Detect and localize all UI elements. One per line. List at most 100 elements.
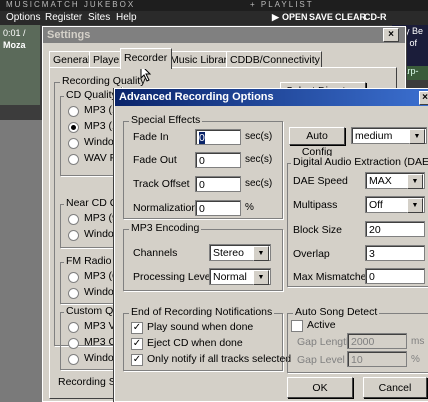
channels-label: Channels: [133, 247, 178, 259]
advanced-title: Advanced Recording Options: [119, 91, 274, 103]
brand-label: MUSICMATCH JUKEBOX: [6, 0, 136, 9]
fm-opt-2-radio[interactable]: [68, 288, 79, 299]
menu-help[interactable]: Help: [116, 12, 137, 23]
settings-titlebar: Settings ×: [43, 27, 405, 43]
track-display: 0:01 / Moza: [0, 25, 40, 105]
only-notify-label: Only notify if all tracks selected: [147, 353, 292, 365]
auto-config-select[interactable]: medium ▼: [351, 127, 427, 144]
play-sound-checkbox[interactable]: ✓: [131, 322, 143, 334]
fade-in-label: Fade In: [133, 131, 169, 143]
auto-config-button[interactable]: Auto Config: [289, 127, 345, 158]
save-playlist-button[interactable]: SAVE: [309, 12, 333, 22]
chevron-down-icon[interactable]: ▼: [407, 174, 423, 189]
block-size-label: Block Size: [293, 224, 343, 236]
normalization-label: Normalization: [133, 202, 198, 214]
chevron-down-icon[interactable]: ▼: [407, 198, 423, 213]
channels-select[interactable]: Stereo ▼: [209, 244, 271, 261]
chevron-down-icon[interactable]: ▼: [253, 270, 269, 285]
fade-out-input[interactable]: 0: [195, 152, 241, 168]
fade-out-label: Fade Out: [133, 154, 177, 166]
player-menubar: Options Register Sites Help ▶ OPEN SAVE …: [0, 11, 428, 25]
mp3-encoding-title: MP3 Encoding: [129, 222, 202, 234]
cd-opt-4-label: WAV F: [84, 152, 117, 164]
tab-recorder[interactable]: Recorder: [120, 48, 172, 69]
max-mismatches-label: Max Mismatches: [293, 271, 372, 283]
track-offset-label: Track Offset: [133, 178, 190, 190]
cd-opt-2-radio[interactable]: [68, 122, 79, 133]
cd-opt-2-label: MP3 (1: [84, 120, 118, 132]
tab-music-library[interactable]: Music Library: [166, 51, 232, 68]
dae-title: Digital Audio Extraction (DAE): [291, 156, 428, 168]
player-titlebar: MUSICMATCH JUKEBOX + PLAYLIST: [0, 0, 428, 11]
open-button[interactable]: OPEN: [282, 12, 308, 22]
auto-config-value: medium: [355, 130, 393, 142]
cd-opt-1-radio[interactable]: [68, 106, 79, 117]
special-effects-title: Special Effects: [129, 114, 203, 126]
end-notifications-title: End of Recording Notifications: [129, 306, 275, 318]
multipass-select[interactable]: Off ▼: [365, 196, 425, 213]
fade-in-value: 0: [199, 132, 205, 144]
settings-close-icon[interactable]: ×: [383, 28, 399, 42]
gap-length-unit: ms: [411, 336, 425, 347]
settings-title: Settings: [47, 29, 91, 41]
menu-options[interactable]: Options: [6, 12, 40, 23]
auto-song-detect-title: Auto Song Detect: [293, 306, 380, 318]
menu-sites[interactable]: Sites: [88, 12, 110, 23]
chevron-down-icon[interactable]: ▼: [253, 246, 269, 261]
cancel-label: Cancel: [378, 382, 412, 394]
eject-cd-label: Eject CD when done: [147, 337, 243, 349]
tab-cddb-connectivity[interactable]: CDDB/Connectivity: [226, 51, 322, 68]
fade-in-input[interactable]: 0: [195, 129, 241, 145]
play-arrow-icon: ▶: [272, 12, 279, 22]
recording-quality-title: Recording Quality: [60, 75, 148, 87]
fm-opt-1-radio[interactable]: [68, 272, 79, 283]
chevron-down-icon[interactable]: ▼: [409, 129, 425, 144]
fade-out-unit: sec(s): [245, 154, 273, 165]
track-offset-unit: sec(s): [245, 178, 273, 189]
near-cd-group: [60, 204, 122, 248]
normalization-input[interactable]: 0: [195, 200, 241, 216]
multipass-value: Off: [369, 199, 383, 211]
custom-opt-2-radio[interactable]: [68, 338, 79, 349]
cd-opt-4-radio[interactable]: [68, 154, 79, 165]
custom-opt-3-radio[interactable]: [68, 354, 79, 365]
only-notify-checkbox[interactable]: ✓: [131, 354, 143, 366]
menu-register[interactable]: Register: [45, 12, 82, 23]
channels-value: Stereo: [213, 247, 244, 259]
custom-opt-1-radio[interactable]: [68, 322, 79, 333]
cancel-button[interactable]: Cancel: [363, 377, 427, 398]
cd-opt-3-radio[interactable]: [68, 138, 79, 149]
advanced-titlebar: Advanced Recording Options ×: [115, 89, 428, 106]
gap-length-label: Gap Length: [297, 336, 352, 348]
ok-button[interactable]: OK: [287, 377, 353, 398]
overlap-input[interactable]: 3: [365, 245, 425, 261]
active-checkbox[interactable]: [291, 320, 303, 332]
gap-level-label: Gap Level: [297, 354, 345, 366]
eject-cd-checkbox[interactable]: ✓: [131, 338, 143, 350]
gap-level-input[interactable]: 10: [347, 351, 407, 367]
processing-level-select[interactable]: Normal ▼: [209, 268, 271, 285]
normalization-unit: %: [245, 202, 254, 213]
overlap-label: Overlap: [293, 248, 330, 260]
play-sound-label: Play sound when done: [147, 321, 254, 333]
gap-level-unit: %: [411, 354, 420, 365]
dae-speed-select[interactable]: MAX ▼: [365, 172, 425, 189]
near-opt-2-radio[interactable]: [68, 230, 79, 241]
advanced-close-icon[interactable]: ×: [419, 91, 428, 105]
cdr-button[interactable]: CD-R: [364, 12, 387, 22]
block-size-input[interactable]: 20: [365, 221, 425, 237]
track-name: Moza: [3, 40, 26, 50]
playlist-label: + PLAYLIST: [250, 0, 314, 9]
gap-length-input[interactable]: 2000: [347, 333, 407, 349]
fade-in-unit: sec(s): [245, 131, 273, 142]
max-mismatches-input[interactable]: 0: [365, 268, 425, 284]
processing-level-label: Processing Level: [133, 271, 213, 283]
active-label: Active: [307, 319, 336, 331]
clear-button[interactable]: CLEAR: [335, 12, 366, 22]
near-opt-1-radio[interactable]: [68, 214, 79, 225]
cd-quality-title: CD Quality: [64, 89, 119, 101]
processing-level-value: Normal: [213, 271, 247, 283]
track-offset-input[interactable]: 0: [195, 176, 241, 192]
dae-speed-label: DAE Speed: [293, 175, 348, 187]
multipass-label: Multipass: [293, 199, 338, 211]
